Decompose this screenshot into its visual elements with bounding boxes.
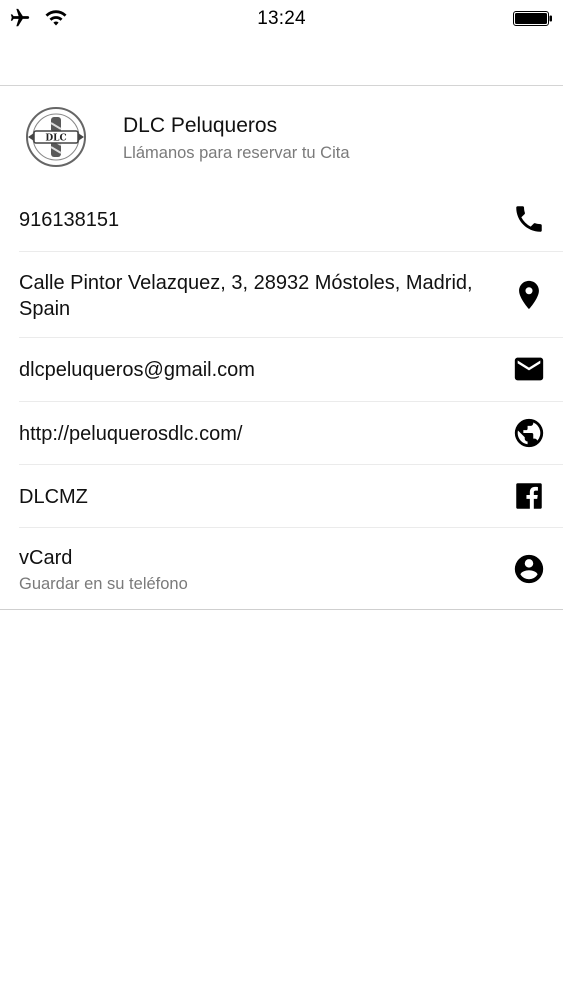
business-header: DLC DLC Peluqueros Llámanos para reserva… <box>0 86 563 187</box>
email-text: dlcpeluqueros@gmail.com <box>19 359 255 381</box>
facebook-text: DLCMZ <box>19 486 88 508</box>
status-time: 13:24 <box>257 8 306 29</box>
location-pin-icon <box>512 278 546 312</box>
business-subtitle: Llámanos para reservar tu Cita <box>123 144 350 162</box>
contact-row-vcard[interactable]: vCard Guardar en su teléfono <box>19 528 563 609</box>
address-text: Calle Pintor Velazquez, 3, 28932 Móstole… <box>19 272 473 320</box>
business-name: DLC Peluqueros <box>123 114 278 137</box>
vcard-subtitle: Guardar en su teléfono <box>19 575 188 593</box>
contact-person-icon <box>512 552 546 586</box>
contact-row-phone[interactable]: 916138151 <box>19 187 563 252</box>
contact-row-email[interactable]: dlcpeluqueros@gmail.com <box>19 338 563 402</box>
website-text: http://peluquerosdlc.com/ <box>19 423 243 445</box>
battery-icon <box>513 11 553 26</box>
facebook-icon <box>512 479 546 513</box>
logo-lettering: DLC <box>45 134 66 144</box>
globe-icon <box>512 416 546 450</box>
contact-card: DLC DLC Peluqueros Llámanos para reserva… <box>0 86 563 610</box>
contact-row-website[interactable]: http://peluquerosdlc.com/ <box>19 402 563 465</box>
phone-number: 916138151 <box>19 209 120 231</box>
vcard-title: vCard <box>19 547 73 569</box>
phone-icon <box>512 202 546 236</box>
contact-row-facebook[interactable]: DLCMZ <box>19 465 563 528</box>
mail-icon <box>512 352 546 386</box>
business-logo: DLC <box>24 105 88 169</box>
navigation-bar <box>0 38 563 86</box>
contact-row-address[interactable]: Calle Pintor Velazquez, 3, 28932 Móstole… <box>19 252 563 338</box>
status-bar: 13:24 <box>0 0 563 38</box>
